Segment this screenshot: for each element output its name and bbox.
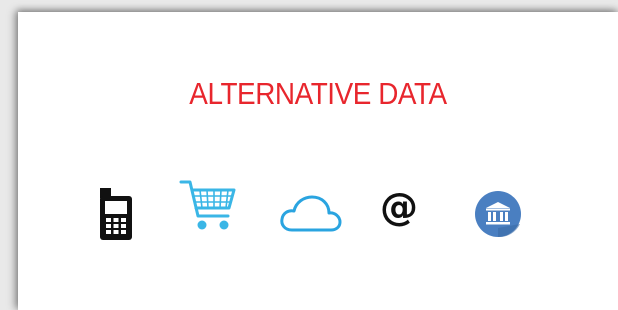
bank-icon [475, 191, 521, 238]
cloud-icon [280, 195, 342, 232]
card-title: ALTERNATIVE DATA [189, 76, 447, 111]
alternative-data-card: ALTERNATIVE DATA @ [18, 12, 618, 310]
mobile-phone-icon [100, 188, 132, 240]
shopping-cart-icon [179, 180, 236, 230]
at-sign-icon: @ [380, 185, 418, 229]
